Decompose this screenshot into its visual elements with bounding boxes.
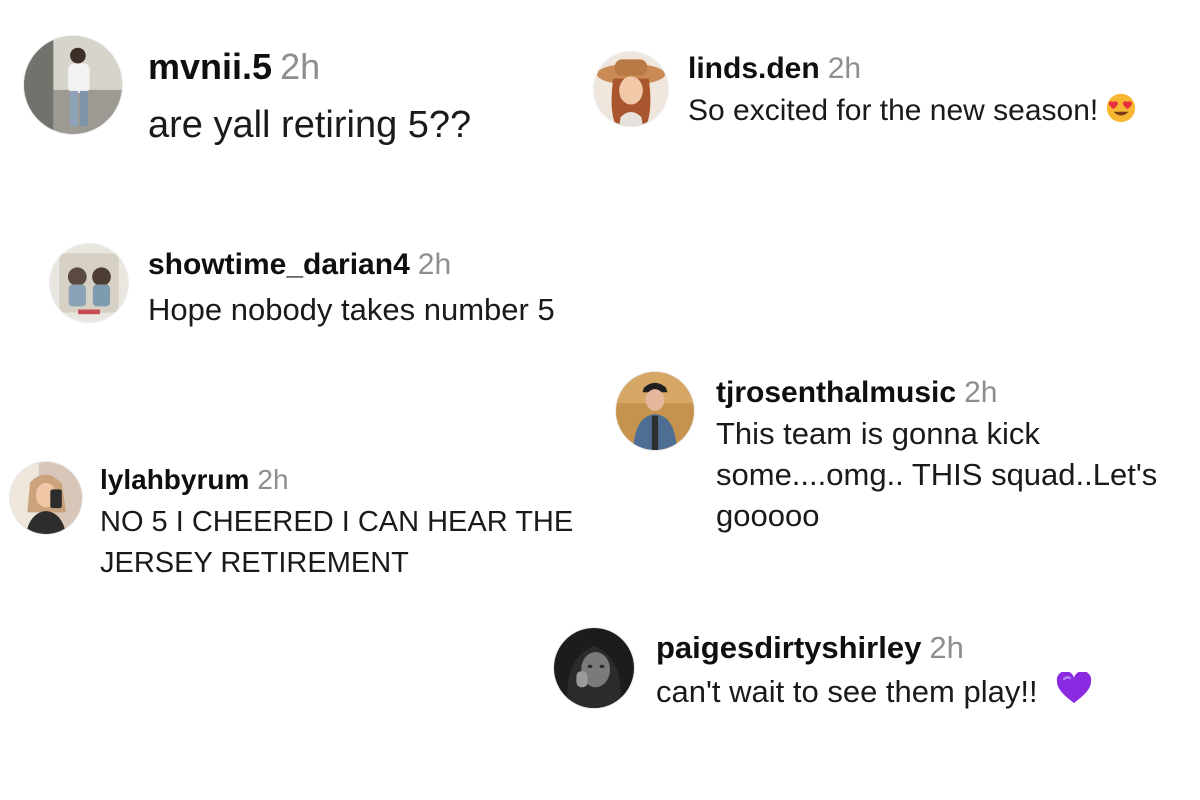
comment-timestamp: 2h: [280, 46, 321, 87]
avatar-photo-icon: [10, 462, 82, 534]
comment-text: NO 5 I CHEERED I CAN HEAR THE JERSEY RET…: [100, 506, 574, 580]
comment-paigesdirtyshirley: paigesdirtyshirley 2h can't wait to see …: [554, 628, 1092, 715]
avatar[interactable]: [594, 52, 668, 126]
comment-text: are yall retiring 5??: [148, 104, 472, 146]
avatar-photo-icon: [554, 628, 634, 708]
comment-timestamp: 2h: [964, 376, 998, 409]
comment-username[interactable]: lylahbyrum: [100, 464, 249, 496]
comment-tjrosenthalmusic: tjrosenthalmusic 2h This team is gonna k…: [616, 372, 1186, 537]
avatar-photo-icon: [50, 244, 128, 322]
avatar-photo-icon: [24, 36, 122, 134]
comment-text: can't wait to see them play!!: [656, 671, 1092, 715]
comment-lylahbyrum: lylahbyrum 2h NO 5 I CHEERED I CAN HEAR …: [10, 462, 590, 584]
comment-timestamp: 2h: [417, 248, 452, 281]
avatar[interactable]: [10, 462, 82, 534]
comment-showtime-darian4: showtime_darian4 2h Hope nobody takes nu…: [50, 244, 555, 331]
comment-text: So excited for the new season!: [688, 90, 1138, 135]
comment-text: This team is gonna kick some....omg.. TH…: [716, 416, 1158, 533]
heart-eyes-emoji-icon: [1104, 90, 1138, 135]
avatar-photo-icon: [616, 372, 694, 450]
comment-timestamp: 2h: [827, 52, 862, 85]
comment-timestamp: 2h: [257, 464, 289, 495]
comment-username[interactable]: paigesdirtyshirley: [656, 630, 921, 666]
comment-lindsden: linds.den 2h So excited for the new seas…: [594, 52, 1138, 135]
avatar[interactable]: [616, 372, 694, 450]
avatar-photo-icon: [594, 52, 668, 126]
avatar[interactable]: [554, 628, 634, 708]
comment-username[interactable]: mvnii.5: [148, 46, 272, 88]
avatar[interactable]: [24, 36, 122, 134]
comment-username[interactable]: linds.den: [688, 52, 820, 86]
comment-mvnii5: mvnii.5 2h are yall retiring 5??: [24, 36, 471, 150]
comment-text-content: can't wait to see them play!!: [656, 674, 1038, 709]
comment-username[interactable]: showtime_darian4: [148, 248, 410, 282]
purple-heart-emoji-icon: [1056, 671, 1092, 715]
comment-text-content: So excited for the new season!: [688, 94, 1099, 128]
comment-timestamp: 2h: [929, 630, 964, 665]
avatar[interactable]: [50, 244, 128, 322]
comment-text: Hope nobody takes number 5: [148, 292, 555, 327]
comment-username[interactable]: tjrosenthalmusic: [716, 376, 956, 410]
